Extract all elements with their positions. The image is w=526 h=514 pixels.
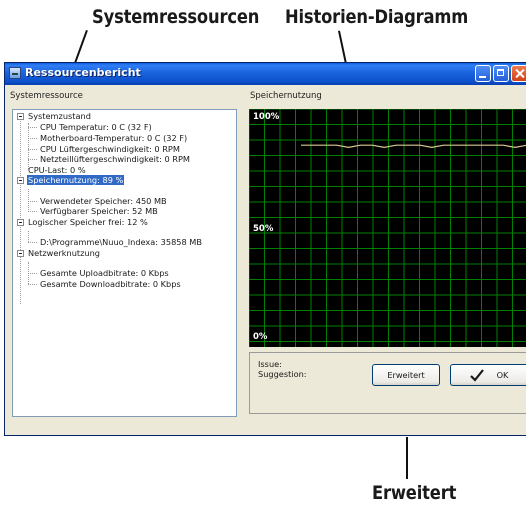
graph-label-50: 50% <box>253 224 274 234</box>
tree-item-download[interactable]: Gesamte Downloadbitrate: 0 Kbps <box>39 279 182 289</box>
system-resource-heading: Systemressource <box>10 91 83 101</box>
minimize-icon[interactable] <box>475 65 491 82</box>
tree-node-netzwerknutzung[interactable]: Netzwerknutzung <box>27 248 101 258</box>
resource-tree[interactable]: Systemzustand CPU Temperatur: 0 C (32 F)… <box>12 109 237 417</box>
tree-node-speichernutzung[interactable]: Speichernutzung: 89 % <box>27 175 125 185</box>
tree-node-logischer-speicher[interactable]: Logischer Speicher frei: 12 % <box>27 217 149 227</box>
tree-item-motherboard-temperature[interactable]: Motherboard-Temperatur: 0 C (32 F) <box>39 133 188 143</box>
maximize-icon[interactable] <box>493 65 509 82</box>
callout-erweitert: Erweitert <box>372 482 457 504</box>
callout-systemressourcen: Systemressourcen <box>92 6 260 28</box>
app-icon <box>9 67 21 79</box>
issue-label: Issue: <box>258 359 282 369</box>
tree-item-upload[interactable]: Gesamte Uploadbitrate: 0 Kbps <box>39 268 170 278</box>
tree-item-used-memory[interactable]: Verwendeter Speicher: 450 MB <box>39 196 168 206</box>
expander-speichernutzung[interactable] <box>17 177 24 184</box>
ok-button-label: OK <box>496 370 509 380</box>
expander-netzwerknutzung[interactable] <box>17 250 24 257</box>
callout-historien-diagramm: Historien-Diagramm <box>285 6 469 28</box>
expander-logischer-speicher[interactable] <box>17 219 24 226</box>
tree-node-systemzustand[interactable]: Systemzustand <box>27 111 92 121</box>
erweitert-button[interactable]: Erweitert <box>372 364 440 386</box>
tree-item-cpu-fan[interactable]: CPU Lüftergeschwindigkeit: 0 RPM <box>39 144 181 154</box>
memory-usage-series-line <box>301 144 526 149</box>
close-icon[interactable] <box>511 65 526 82</box>
tree-item-psu-fan[interactable]: Netzteillüftergeschwindigkeit: 0 RPM <box>39 154 191 164</box>
history-graph-svg <box>249 109 526 347</box>
window-title: Ressourcenbericht <box>25 66 141 79</box>
window-titlebar[interactable]: Ressourcenbericht <box>5 63 526 85</box>
tree-item-cpu-temperature[interactable]: CPU Temperatur: 0 C (32 F) <box>39 122 153 132</box>
graph-label-0: 0% <box>253 332 268 342</box>
tree-node-cpu-last[interactable]: CPU-Last: 0 % <box>27 165 87 175</box>
expander-systemzustand[interactable] <box>17 113 24 120</box>
graph-label-100: 100% <box>253 112 280 122</box>
memory-usage-heading: Speichernutzung <box>250 91 322 101</box>
suggestion-label: Suggestion: <box>258 369 307 379</box>
erweitert-button-label: Erweitert <box>387 370 425 380</box>
check-icon <box>469 369 484 382</box>
callout-line-erweitert <box>406 437 408 479</box>
tree-item-free-memory[interactable]: Verfügbarer Speicher: 52 MB <box>39 206 159 216</box>
resource-report-window: Ressourcenbericht Systemressource Speich… <box>4 62 526 436</box>
ok-button[interactable]: OK <box>450 364 526 386</box>
history-graph: 100% 50% 0% <box>249 109 526 347</box>
tree-item-drive-path[interactable]: D:\Programme\Nuuo_Indexa: 35858 MB <box>39 237 203 247</box>
